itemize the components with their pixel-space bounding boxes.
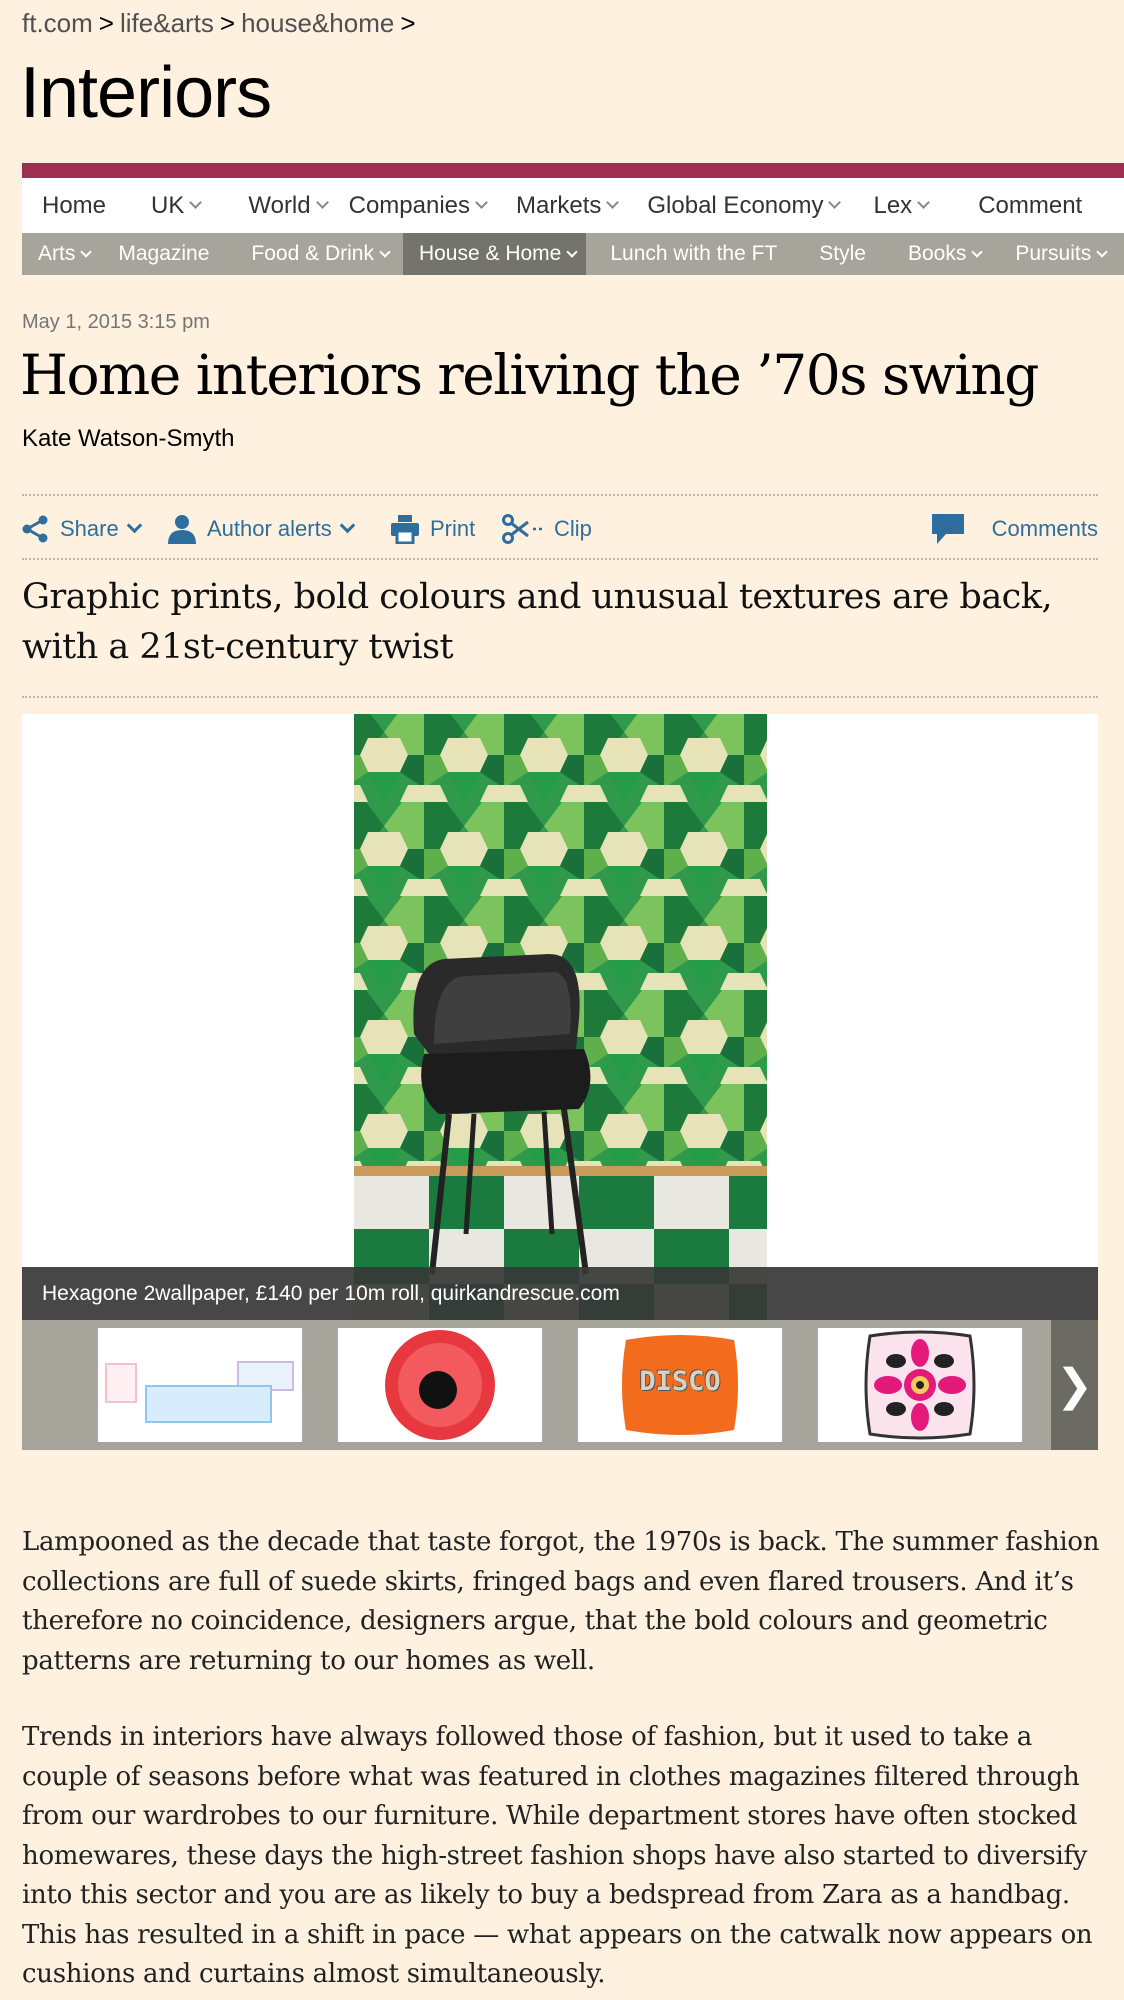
article-timestamp: May 1, 2015 3:15 pm [22, 311, 210, 333]
subnav-arts[interactable]: Arts [22, 233, 104, 275]
nav-uk[interactable]: UK [151, 191, 203, 220]
wallpaper-chair-photo [354, 714, 767, 1320]
subnav-pursuits-label: Pursuits [1015, 242, 1092, 265]
share-icon [22, 515, 48, 543]
article-paragraph: Lampooned as the decade that taste forgo… [22, 1527, 1100, 1676]
divider [22, 696, 1098, 698]
nav-comment[interactable]: Comment [978, 192, 1082, 220]
subnav-pursuits[interactable]: Pursuits [993, 233, 1108, 275]
chevron-down-icon [339, 517, 356, 534]
subnav-magazine[interactable]: Magazine [104, 233, 229, 275]
chevron-down-icon [971, 245, 984, 258]
subnav-lunch-with-the-ft[interactable]: Lunch with the FT [586, 233, 797, 275]
hero-image-gallery[interactable] [22, 714, 1098, 1320]
chevron-down-icon [315, 196, 329, 209]
subnav-magazine-label: Magazine [118, 242, 210, 265]
share-button[interactable]: Share [22, 498, 142, 560]
divider [22, 558, 1098, 560]
nav-companies[interactable]: Companies [348, 191, 488, 220]
gallery-thumbnail[interactable] [818, 1328, 1022, 1442]
article-standfirst: Graphic prints, bold colours and unusual… [22, 577, 1053, 667]
chevron-down-icon [80, 245, 93, 258]
scissors-icon [502, 514, 543, 544]
gallery-thumbnail-strip: DISCO ❯ [22, 1320, 1098, 1450]
article-paragraph: Trends in interiors have always followed… [22, 1722, 1093, 1989]
chevron-down-icon [917, 196, 931, 209]
gallery-next-button[interactable]: ❯ [1051, 1320, 1098, 1450]
breadcrumb-househome-link[interactable]: house&home [241, 8, 394, 38]
patterned-cushion-thumbnail [864, 1330, 976, 1440]
nav-home-label: Home [42, 191, 107, 219]
share-label: Share [60, 516, 119, 541]
divider [22, 494, 1098, 496]
red-disc-thumbnail [385, 1330, 495, 1440]
article-toolbar: Share Author alerts Print Clip Comments [22, 498, 1098, 560]
author-byline[interactable]: Kate Watson-Smyth [22, 425, 235, 453]
printer-icon [391, 515, 419, 544]
chevron-down-icon [475, 196, 488, 209]
breadcrumb-separator: > [219, 8, 236, 38]
image-caption: Hexagone 2wallpaper, £140 per 10m roll, … [22, 1267, 1098, 1320]
breadcrumb-separator: > [98, 8, 114, 38]
subnav-books-label: Books [907, 242, 967, 265]
gallery-thumbnail[interactable] [98, 1328, 302, 1442]
clip-button[interactable]: Clip [502, 498, 592, 560]
subnav-house-home[interactable]: House & Home [402, 233, 587, 275]
secondary-nav: Arts Magazine Food & Drink House & Home … [22, 233, 1124, 275]
breadcrumb-ftcom-link[interactable]: ft.com [22, 8, 93, 38]
breadcrumb-separator: > [400, 8, 416, 38]
chevron-down-icon [606, 196, 620, 209]
nav-global-economy[interactable]: Global Economy [647, 191, 842, 220]
subnav-food-drink[interactable]: Food & Drink [229, 233, 403, 275]
article-headline: Home interiors reliving the ’70s swing [20, 343, 1039, 407]
nav-uk-label: UK [151, 191, 185, 219]
nav-markets-label: Markets [516, 191, 602, 219]
print-button[interactable]: Print [390, 498, 475, 560]
acrylic-furniture-thumbnail [105, 1361, 294, 1423]
primary-nav: Home UK World Companies Markets Global E… [22, 178, 1124, 233]
nav-comment-label: Comment [978, 191, 1083, 219]
author-alerts-button[interactable]: Author alerts [167, 498, 356, 560]
subnav-style-label: Style [819, 242, 866, 265]
nav-world-label: World [248, 191, 311, 219]
nav-global-economy-label: Global Economy [647, 191, 824, 219]
gallery-thumbnail[interactable]: DISCO [578, 1328, 782, 1442]
nav-markets[interactable]: Markets [516, 191, 620, 220]
chevron-down-icon [1096, 245, 1108, 258]
section-title: Interiors [20, 53, 272, 133]
subnav-books[interactable]: Books [886, 233, 993, 275]
comment-bubble-icon [931, 514, 964, 544]
nav-world[interactable]: World [248, 191, 329, 220]
chevron-down-icon [379, 245, 391, 258]
subnav-lunch-label: Lunch with the FT [610, 242, 778, 265]
breadcrumb: ft.com > life&arts > house&home > [22, 8, 422, 39]
chevron-down-icon [189, 196, 203, 209]
author-alerts-label: Author alerts [207, 516, 332, 541]
comments-label: Comments [991, 516, 1098, 541]
subnav-house-home-label: House & Home [418, 242, 562, 265]
section-color-bar [22, 163, 1124, 178]
chevron-right-icon: ❯ [1056, 1360, 1093, 1410]
clip-label: Clip [554, 516, 592, 541]
subnav-food-drink-label: Food & Drink [251, 242, 374, 265]
breadcrumb-lifearts-link[interactable]: life&arts [120, 8, 214, 38]
cushion-text: DISCO [639, 1366, 721, 1397]
gallery-thumbnail[interactable] [338, 1328, 542, 1442]
chevron-down-icon [828, 196, 842, 209]
print-label: Print [430, 516, 476, 541]
nav-lex-label: Lex [873, 191, 913, 219]
chevron-down-icon [126, 517, 142, 534]
chevron-down-icon [566, 245, 579, 258]
nav-lex[interactable]: Lex [873, 191, 931, 220]
nav-companies-label: Companies [348, 191, 471, 219]
subnav-arts-label: Arts [38, 242, 76, 265]
comments-button[interactable]: Comments [930, 498, 1098, 560]
subnav-style[interactable]: Style [797, 233, 886, 275]
person-icon [168, 515, 196, 544]
nav-home[interactable]: Home [42, 192, 106, 220]
